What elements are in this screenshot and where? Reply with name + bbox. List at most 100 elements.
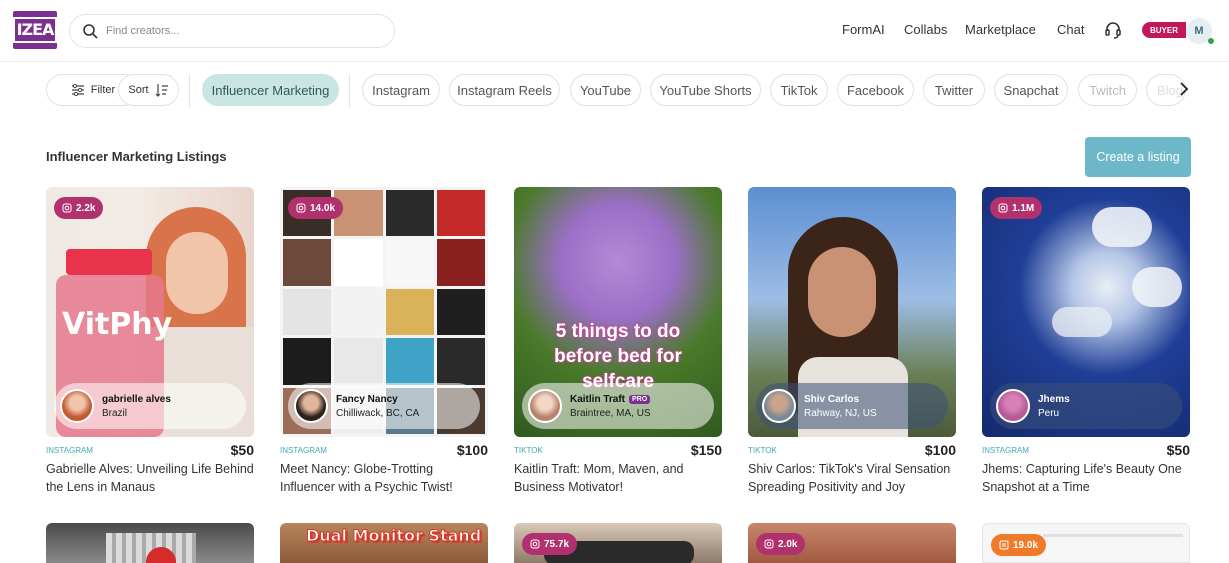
listing-card[interactable]: 75.7k [514, 523, 722, 563]
follower-count: 1.1M [1012, 202, 1035, 214]
buyer-badge: BUYER [1142, 22, 1186, 38]
chip-twitch[interactable]: Twitch [1078, 74, 1137, 106]
search-input[interactable] [106, 25, 366, 37]
pro-badge: PRO [629, 394, 651, 404]
sort-icon [155, 84, 168, 97]
price: $50 [230, 442, 254, 458]
jar-logo: VitPhy [62, 307, 173, 342]
search-icon [83, 24, 98, 39]
instagram-icon [530, 539, 540, 549]
creator-location: Rahway, NJ, US [804, 407, 877, 419]
chip-influencer-marketing[interactable]: Influencer Marketing [202, 74, 339, 106]
filter-label: Filter [90, 84, 116, 96]
follower-count: 75.7k [544, 538, 570, 550]
creator-avatar [60, 389, 94, 423]
listing-card[interactable]: 2.0k [748, 523, 956, 563]
listing-card[interactable]: 14.0k Fancy Nancy Chilliwack, BC, CA INS… [280, 187, 488, 494]
create-listing-button[interactable]: Create a listing [1085, 137, 1191, 177]
price: $50 [1166, 442, 1190, 458]
listing-card[interactable]: 19.0k [982, 523, 1190, 563]
online-status-dot [1208, 38, 1214, 44]
instagram-icon [764, 539, 774, 549]
follower-count: 14.0k [310, 202, 336, 214]
listing-card[interactable] [46, 523, 254, 563]
creator-name: Jhems [1038, 393, 1070, 405]
creator-name: gabrielle alves [102, 393, 171, 405]
search-bar[interactable] [69, 14, 395, 48]
chip-facebook[interactable]: Facebook [837, 74, 914, 106]
creator-name-text: Kaitlin Traft [570, 393, 626, 405]
listing-title[interactable]: Shiv Carlos: TikTok's Viral Sensation Sp… [748, 460, 956, 496]
creator-pill[interactable]: Kaitlin Traft PRO Braintree, MA, US [522, 383, 714, 429]
listing-title[interactable]: Gabrielle Alves: Unveiling Life Behind t… [46, 460, 254, 496]
follower-count: 19.0k [1013, 539, 1039, 551]
listing-image[interactable]: VitPhy 2.2k gabrielle alves Brazil [46, 187, 254, 437]
izea-logo[interactable]: IZEA [12, 11, 58, 49]
creator-name: Kaitlin Traft PRO [570, 394, 651, 405]
chip-instagram-reels[interactable]: Instagram Reels [449, 74, 560, 106]
follower-count-badge: 2.2k [54, 197, 104, 219]
creator-name: Shiv Carlos [804, 393, 860, 405]
listing-title[interactable]: Jhems: Capturing Life's Beauty One Snaps… [982, 460, 1190, 496]
platform-label: TIKTOK [514, 446, 543, 455]
chip-tiktok[interactable]: TikTok [770, 74, 828, 106]
listing-card[interactable]: VitPhy 2.2k gabrielle alves Brazil INSTA… [46, 187, 254, 494]
creator-avatar [762, 389, 796, 423]
listing-title[interactable]: Meet Nancy: Globe-Trotting Influencer wi… [280, 460, 488, 496]
listing-image[interactable]: Shiv Carlos Rahway, NJ, US [748, 187, 956, 437]
chip-youtube-shorts[interactable]: YouTube Shorts [650, 74, 761, 106]
creator-pill[interactable]: Fancy Nancy Chilliwack, BC, CA [288, 383, 480, 429]
chip-snapchat[interactable]: Snapchat [994, 74, 1068, 106]
divider [189, 74, 190, 108]
follower-count: 2.2k [76, 202, 96, 214]
nav-formai[interactable]: FormAI [842, 22, 885, 37]
follower-count-badge: 1.1M [990, 197, 1043, 219]
listing-card[interactable]: Shiv Carlos Rahway, NJ, US TIKTOK $100 S… [748, 187, 956, 494]
nav-marketplace[interactable]: Marketplace [965, 22, 1036, 37]
blog-icon [999, 540, 1009, 550]
sliders-icon [71, 83, 84, 97]
logo-text: IZEA [12, 17, 58, 43]
price: $100 [924, 442, 956, 458]
listing-card[interactable]: 1.1M Jhems Peru INSTAGRAM $50 Jhems: Cap… [982, 187, 1190, 494]
divider [349, 74, 350, 108]
creator-pill[interactable]: Shiv Carlos Rahway, NJ, US [756, 383, 948, 429]
follower-count-badge: 19.0k [991, 534, 1047, 556]
follower-count: 2.0k [778, 538, 798, 550]
scroll-right-button[interactable] [1175, 80, 1193, 98]
creator-avatar [996, 389, 1030, 423]
sort-button[interactable]: Sort [118, 74, 179, 106]
price: $100 [456, 442, 488, 458]
top-header: IZEA FormAI Collabs Marketplace Chat BUY… [0, 0, 1229, 62]
creator-pill[interactable]: Jhems Peru [990, 383, 1182, 429]
follower-count-badge: 14.0k [288, 197, 344, 219]
nav-chat[interactable]: Chat [1057, 22, 1084, 37]
platform-label: INSTAGRAM [280, 446, 327, 455]
instagram-icon [62, 203, 72, 213]
listing-title[interactable]: Kaitlin Traft: Mom, Maven, and Business … [514, 460, 722, 496]
platform-label: INSTAGRAM [46, 446, 93, 455]
headset-icon[interactable] [1103, 20, 1123, 40]
chevron-right-icon [1180, 82, 1189, 96]
listing-image[interactable]: 5 things to do before bed for selfcare K… [514, 187, 722, 437]
creator-avatar [294, 389, 328, 423]
creator-pill[interactable]: gabrielle alves Brazil [54, 383, 246, 429]
account-switcher[interactable]: BUYER M [1142, 18, 1220, 44]
follower-count-badge: 2.0k [756, 533, 806, 555]
chip-twitter[interactable]: Twitter [923, 74, 985, 106]
creator-location: Braintree, MA, US [570, 407, 651, 419]
listing-image[interactable]: 1.1M Jhems Peru [982, 187, 1190, 437]
platform-label: INSTAGRAM [982, 446, 1029, 455]
nav-collabs[interactable]: Collabs [904, 22, 947, 37]
creator-name: Fancy Nancy [336, 393, 398, 405]
instagram-icon [998, 203, 1008, 213]
listing-card[interactable]: 5 things to do before bed for selfcare K… [514, 187, 722, 494]
creator-location: Chilliwack, BC, CA [336, 407, 420, 419]
listing-image[interactable]: 14.0k Fancy Nancy Chilliwack, BC, CA [280, 187, 488, 437]
creator-location: Brazil [102, 407, 128, 419]
chip-youtube[interactable]: YouTube [570, 74, 641, 106]
listing-image [1043, 534, 1183, 537]
follower-count-badge: 75.7k [522, 533, 578, 555]
listing-card[interactable]: Dual Monitor Stand [280, 523, 488, 563]
chip-instagram[interactable]: Instagram [362, 74, 440, 106]
